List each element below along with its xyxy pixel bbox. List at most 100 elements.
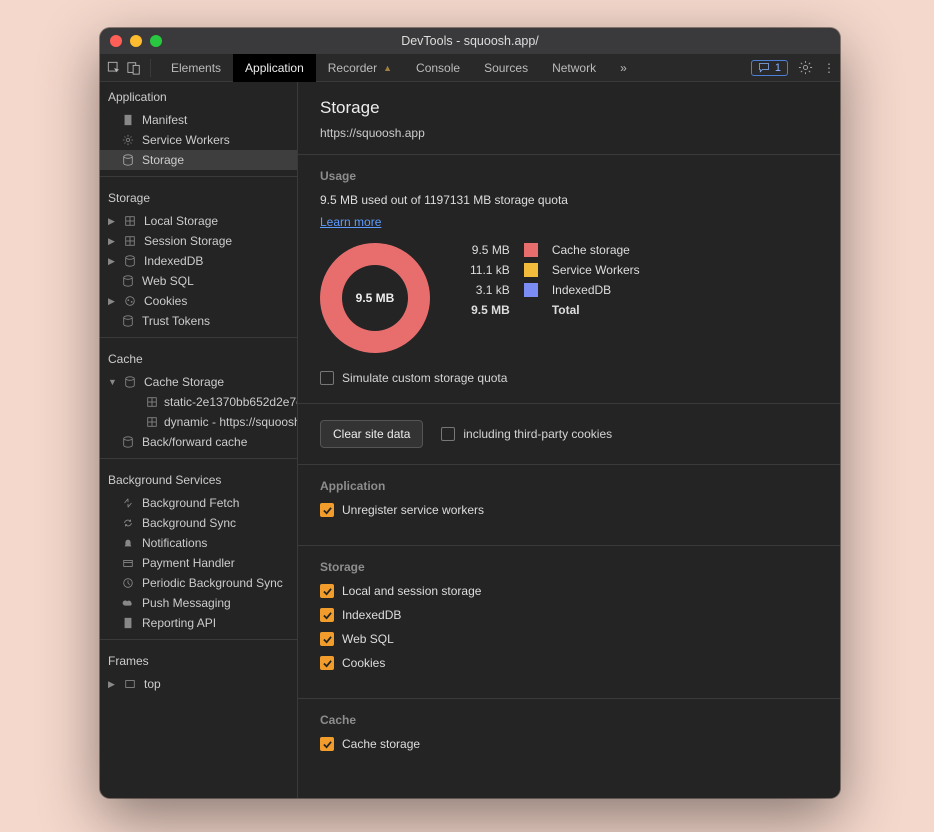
- sidebar-item-trust-tokens[interactable]: Trust Tokens: [100, 311, 297, 331]
- sidebar-item-storage[interactable]: Storage: [100, 150, 297, 170]
- checkbox-checked-icon[interactable]: [320, 584, 334, 598]
- check-websql[interactable]: Web SQL: [320, 632, 818, 646]
- clock-icon: [122, 577, 136, 589]
- database-icon: [122, 315, 136, 327]
- sidebar-item-bfcache[interactable]: Back/forward cache: [100, 432, 297, 452]
- check-cache-storage[interactable]: Cache storage: [320, 737, 818, 751]
- tab-console[interactable]: Console: [404, 54, 472, 82]
- disclosure-triangle-icon[interactable]: ▼: [108, 377, 118, 387]
- checkbox-checked-icon[interactable]: [320, 632, 334, 646]
- sidebar-item-top-frame[interactable]: ▶ top: [100, 674, 297, 694]
- clear-site-data-button[interactable]: Clear site data: [320, 420, 423, 448]
- disclosure-triangle-icon[interactable]: ▶: [108, 296, 118, 307]
- legend-total-value: 9.5 MB: [470, 303, 510, 317]
- document-icon: [122, 617, 136, 629]
- legend-label: Cache storage: [552, 243, 640, 257]
- sidebar-item-local-storage[interactable]: ▶ Local Storage: [100, 211, 297, 231]
- sidebar-item-cache-storage[interactable]: ▼ Cache Storage: [100, 372, 297, 392]
- disclosure-triangle-icon[interactable]: ▶: [108, 679, 118, 690]
- inspect-element-icon[interactable]: [106, 60, 122, 76]
- chevron-right-icon: »: [620, 61, 627, 75]
- database-icon: [122, 436, 136, 448]
- bell-icon: [122, 537, 136, 549]
- settings-icon[interactable]: [798, 60, 813, 75]
- card-icon: [122, 557, 136, 569]
- sidebar-item-service-workers[interactable]: Service Workers: [100, 130, 297, 150]
- tab-network[interactable]: Network: [540, 54, 608, 82]
- disclosure-triangle-icon[interactable]: ▶: [108, 236, 118, 247]
- more-menu-icon[interactable]: ⋮: [823, 61, 834, 75]
- sidebar-item-cookies[interactable]: ▶ Cookies: [100, 291, 297, 311]
- sidebar-item-notifications[interactable]: Notifications: [100, 533, 297, 553]
- cloud-icon: [122, 597, 136, 609]
- check-unregister-sw[interactable]: Unregister service workers: [320, 503, 818, 517]
- disclosure-triangle-icon[interactable]: ▶: [108, 256, 118, 267]
- donut-center-label: 9.5 MB: [356, 291, 395, 305]
- legend-label: Service Workers: [552, 263, 640, 277]
- section-frames: Frames: [100, 646, 297, 674]
- origin-label: https://squoosh.app: [320, 126, 818, 140]
- checkbox-checked-icon[interactable]: [320, 737, 334, 751]
- section-cache: Cache: [100, 344, 297, 372]
- legend-swatch-icon: [524, 263, 538, 277]
- disclosure-triangle-icon[interactable]: ▶: [108, 216, 118, 227]
- sync-icon: [122, 497, 136, 509]
- issues-button[interactable]: 1: [751, 60, 788, 76]
- tab-sources[interactable]: Sources: [472, 54, 540, 82]
- gear-icon: [122, 134, 136, 146]
- sidebar-item-periodic-sync[interactable]: Periodic Background Sync: [100, 573, 297, 593]
- learn-more-link[interactable]: Learn more: [320, 215, 381, 229]
- sidebar-item-web-sql[interactable]: Web SQL: [100, 271, 297, 291]
- check-local-session[interactable]: Local and session storage: [320, 584, 818, 598]
- tab-elements[interactable]: Elements: [159, 54, 233, 82]
- usage-donut-chart: 9.5 MB: [320, 243, 430, 353]
- sidebar-item-manifest[interactable]: Manifest: [100, 110, 297, 130]
- window-title: DevTools - squoosh.app/: [100, 34, 840, 48]
- usage-summary: 9.5 MB used out of 1197131 MB storage qu…: [320, 193, 818, 207]
- window-icon: [124, 678, 138, 690]
- simulate-quota-checkbox[interactable]: [320, 371, 334, 385]
- section-storage: Storage: [100, 183, 297, 211]
- legend-value: 9.5 MB: [470, 243, 510, 257]
- more-tabs-button[interactable]: »: [608, 54, 639, 82]
- device-mode-icon[interactable]: [126, 60, 142, 76]
- legend-swatch-icon: [524, 283, 538, 297]
- page-title: Storage: [320, 98, 818, 118]
- grid-icon: [124, 235, 138, 247]
- issues-count: 1: [775, 62, 781, 74]
- check-indexeddb[interactable]: IndexedDB: [320, 608, 818, 622]
- sidebar-item-bg-sync[interactable]: Background Sync: [100, 513, 297, 533]
- checkbox-checked-icon[interactable]: [320, 608, 334, 622]
- sidebar-item-session-storage[interactable]: ▶ Session Storage: [100, 231, 297, 251]
- usage-heading: Usage: [320, 169, 818, 183]
- third-party-cookies-checkbox[interactable]: [441, 427, 455, 441]
- sidebar-item-reporting-api[interactable]: Reporting API: [100, 613, 297, 633]
- database-icon: [122, 154, 136, 166]
- sidebar-item-indexeddb[interactable]: ▶ IndexedDB: [100, 251, 297, 271]
- devtools-toolbar: Elements Application Recorder▲ Console S…: [100, 54, 840, 82]
- database-icon: [124, 255, 138, 267]
- checkbox-checked-icon[interactable]: [320, 656, 334, 670]
- database-icon: [124, 376, 138, 388]
- usage-legend: 9.5 MB Cache storage 11.1 kB Service Wor…: [470, 243, 640, 317]
- cookie-icon: [124, 295, 138, 307]
- third-party-cookies-label: including third-party cookies: [463, 427, 612, 441]
- devtools-window: DevTools - squoosh.app/ Elements Applica…: [100, 28, 840, 798]
- sidebar-item-push-messaging[interactable]: Push Messaging: [100, 593, 297, 613]
- sidebar-item-cache-dynamic[interactable]: dynamic - https://squoosh…: [100, 412, 297, 432]
- cache-heading: Cache: [320, 713, 818, 727]
- legend-value: 3.1 kB: [470, 283, 510, 297]
- tab-application[interactable]: Application: [233, 54, 316, 82]
- titlebar: DevTools - squoosh.app/: [100, 28, 840, 54]
- simulate-quota-label: Simulate custom storage quota: [342, 371, 507, 385]
- sidebar-item-payment-handler[interactable]: Payment Handler: [100, 553, 297, 573]
- legend-swatch-icon: [524, 243, 538, 257]
- legend-value: 11.1 kB: [470, 263, 510, 277]
- sidebar-item-bg-fetch[interactable]: Background Fetch: [100, 493, 297, 513]
- legend-total-label: Total: [552, 303, 640, 317]
- application-heading: Application: [320, 479, 818, 493]
- check-cookies[interactable]: Cookies: [320, 656, 818, 670]
- sidebar-item-cache-static[interactable]: static-2e1370bb652d2e7e…: [100, 392, 297, 412]
- checkbox-checked-icon[interactable]: [320, 503, 334, 517]
- tab-recorder[interactable]: Recorder▲: [316, 54, 404, 82]
